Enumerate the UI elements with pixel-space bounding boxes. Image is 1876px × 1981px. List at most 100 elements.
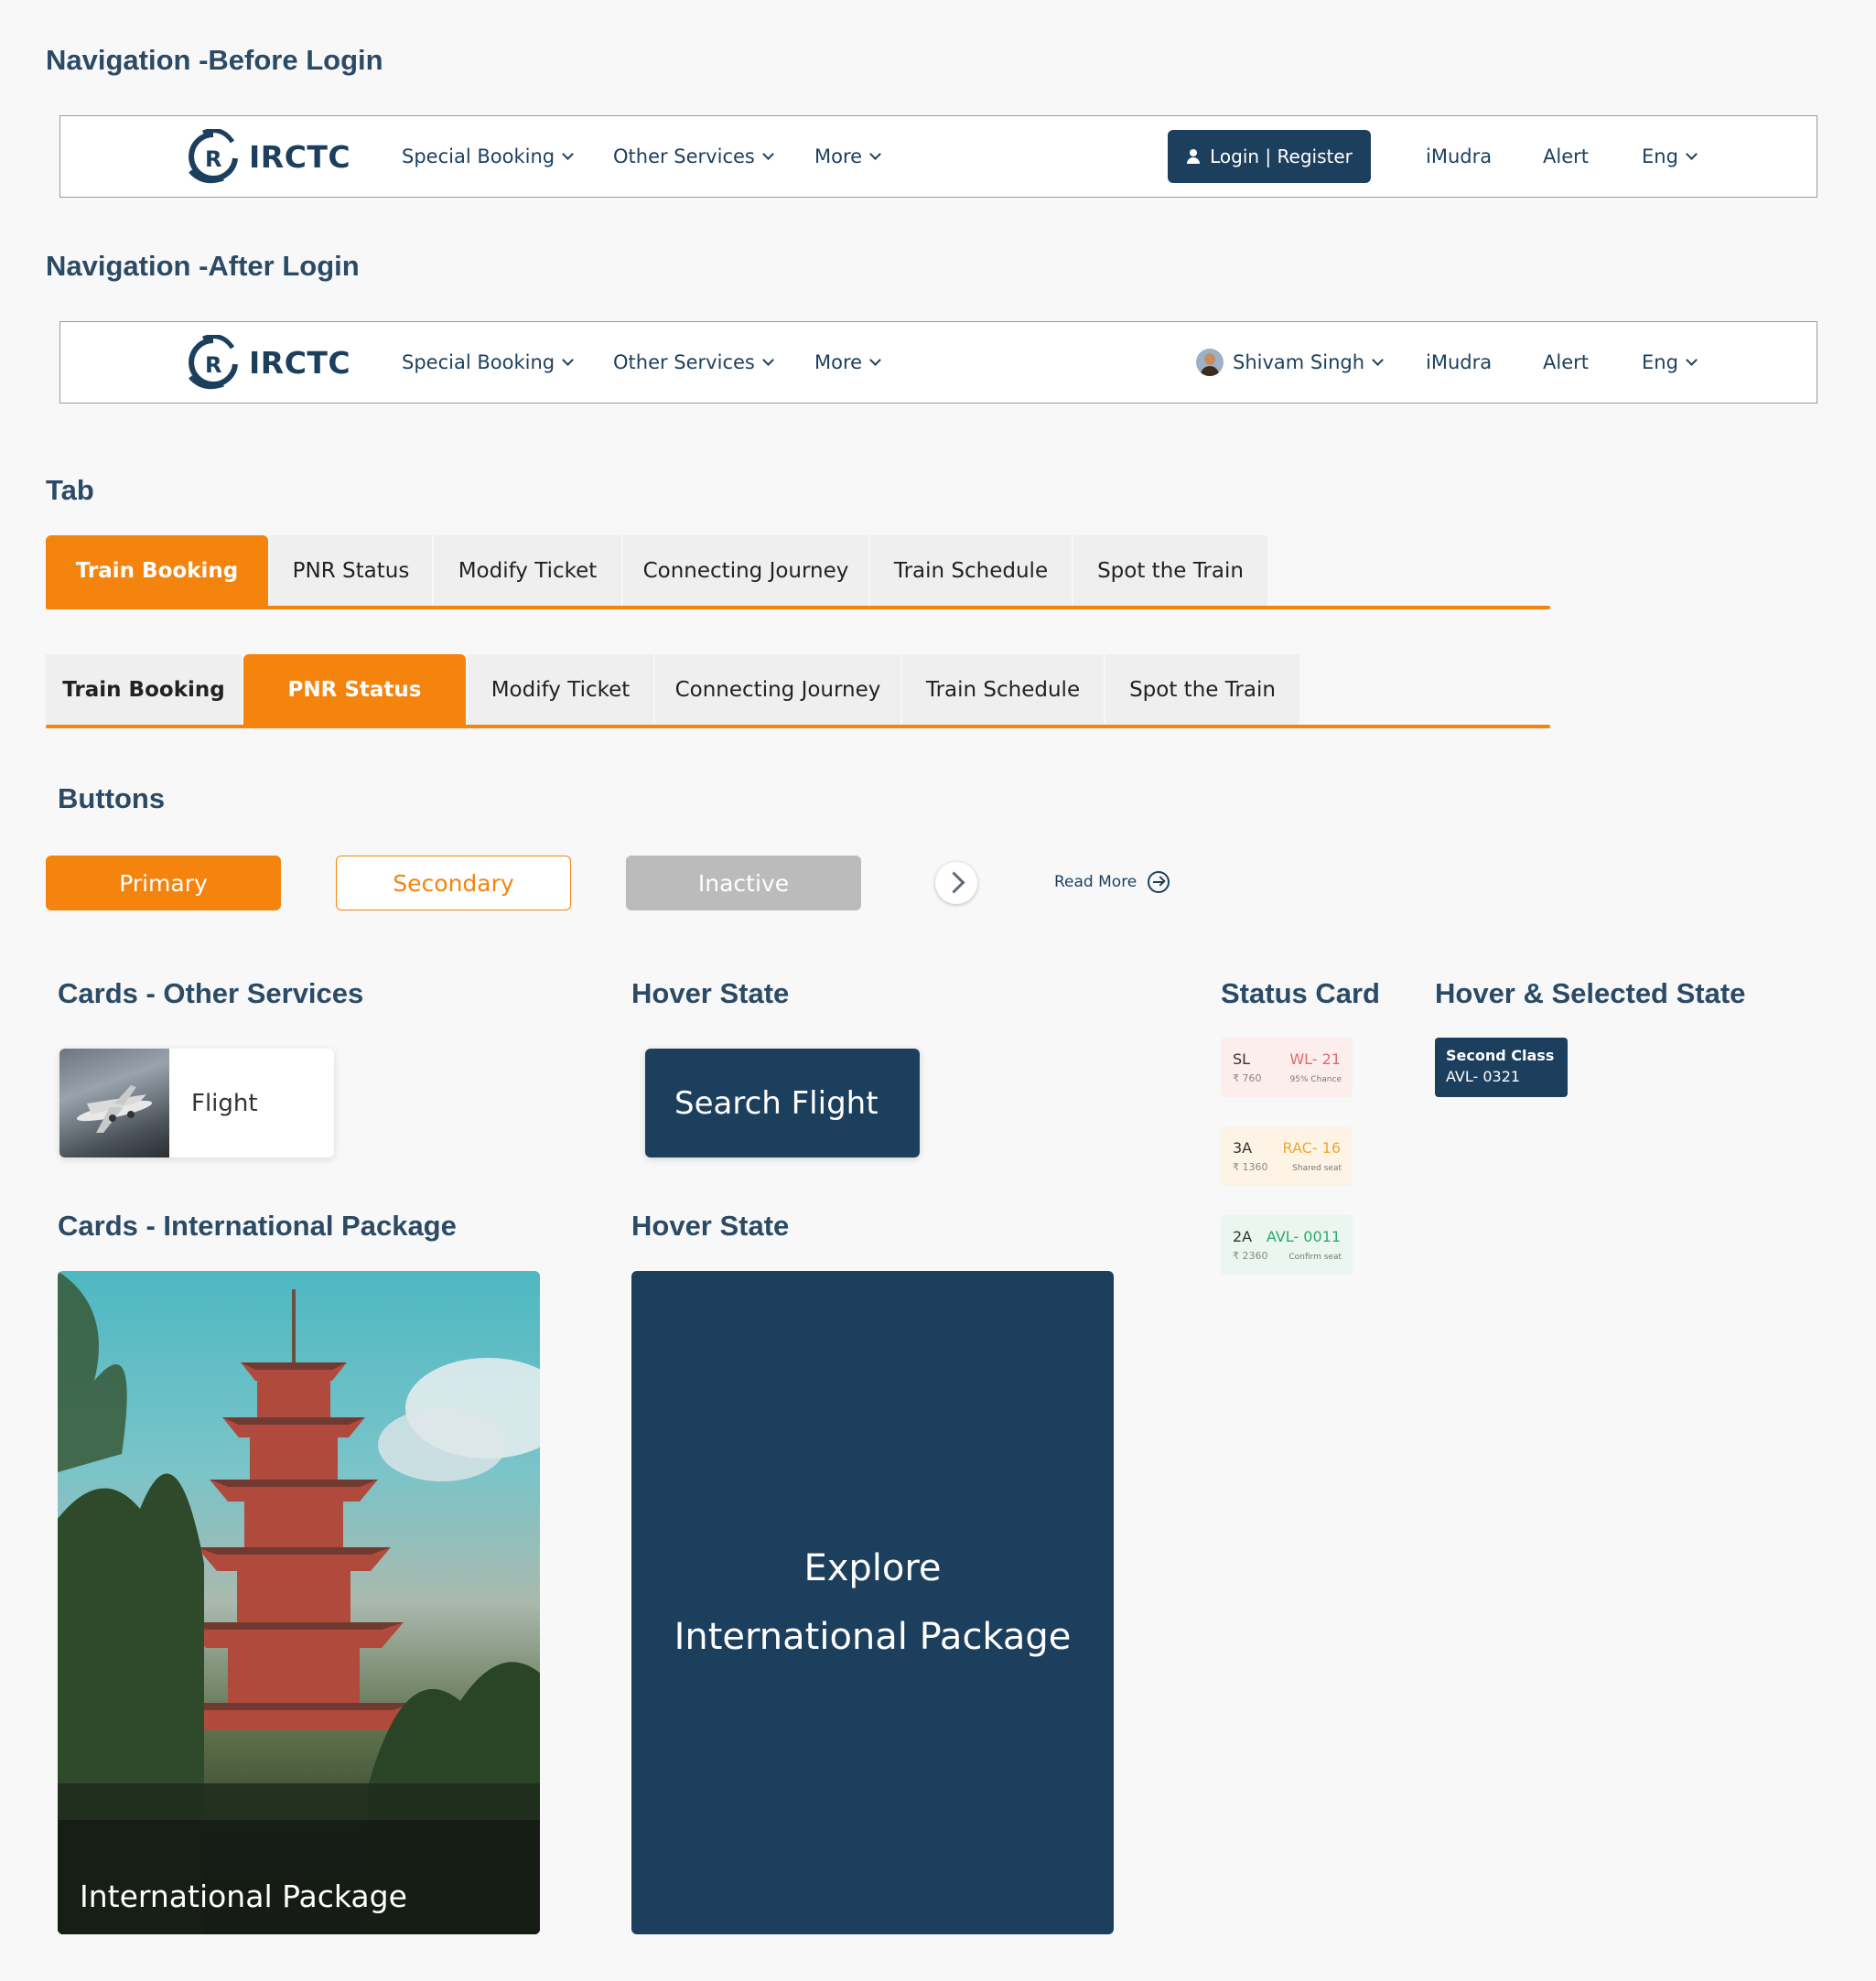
chevron-down-icon	[1686, 147, 1698, 160]
user-menu[interactable]: Shivam Singh	[1196, 322, 1384, 403]
nav-other-services[interactable]: Other Services	[613, 322, 774, 403]
tab-connecting-journey[interactable]: Connecting Journey	[623, 535, 868, 607]
tab-modify-ticket[interactable]: Modify Ticket	[434, 535, 621, 607]
tab-modify-ticket[interactable]: Modify Ticket	[468, 654, 653, 726]
arrow-right-circle-icon	[1148, 871, 1170, 893]
nav-more[interactable]: More	[814, 322, 881, 403]
status-availability: WL- 21	[1289, 1050, 1341, 1068]
irctc-logo[interactable]: R IRCTC	[185, 129, 350, 184]
login-register-button[interactable]: Login | Register	[1168, 130, 1371, 183]
status-card-3a[interactable]: 3A ₹ 1360 RAC- 16 Shared seat	[1221, 1126, 1353, 1186]
cards-other-title: Cards - Other Services	[58, 977, 364, 1009]
nav-language-label: Eng	[1642, 145, 1678, 167]
nav-other-services-label: Other Services	[613, 145, 755, 167]
nav-special-booking-label: Special Booking	[402, 351, 555, 373]
tab-title: Tab	[46, 474, 94, 506]
status-price: ₹ 1360	[1233, 1161, 1268, 1173]
flight-image	[59, 1049, 169, 1157]
buttons-title: Buttons	[58, 782, 166, 814]
service-card-label: Flight	[191, 1089, 258, 1117]
status-price: ₹ 760	[1233, 1072, 1262, 1084]
nav-alert[interactable]: Alert	[1543, 322, 1589, 403]
nav-alert-label: Alert	[1543, 351, 1589, 373]
nav-more[interactable]: More	[814, 116, 881, 197]
irctc-logo-icon: R	[189, 129, 238, 184]
selected-class: Second Class	[1446, 1047, 1555, 1064]
nav-more-label: More	[814, 351, 863, 373]
nav-before-login: R IRCTC Special Booking Other Services M…	[59, 115, 1817, 198]
irctc-logo[interactable]: R IRCTC	[185, 335, 350, 390]
read-more-link[interactable]: Read More	[1054, 871, 1170, 893]
nav-special-booking[interactable]: Special Booking	[402, 322, 574, 403]
chevron-down-icon	[761, 147, 774, 160]
nav-imudra-label: iMudra	[1426, 145, 1493, 167]
tab-pnr-status[interactable]: PNR Status	[270, 535, 432, 607]
status-availability: RAC- 16	[1282, 1139, 1341, 1157]
secondary-button[interactable]: Secondary	[336, 856, 571, 910]
tab-train-schedule[interactable]: Train Schedule	[902, 654, 1104, 726]
tab-pnr-status[interactable]: PNR Status	[243, 654, 466, 726]
nav-imudra-label: iMudra	[1426, 351, 1493, 373]
status-availability: AVL- 0011	[1266, 1228, 1341, 1245]
tab-spot-the-train[interactable]: Spot the Train	[1105, 654, 1299, 726]
tab-underline	[46, 725, 1550, 728]
primary-button[interactable]: Primary	[46, 856, 281, 910]
nav-imudra[interactable]: iMudra	[1426, 322, 1492, 403]
tab-connecting-journey[interactable]: Connecting Journey	[655, 654, 900, 726]
tab-train-schedule[interactable]: Train Schedule	[870, 535, 1072, 607]
nav-special-booking-label: Special Booking	[402, 145, 555, 167]
status-class: 2A	[1233, 1228, 1253, 1245]
nav-alert-label: Alert	[1543, 145, 1589, 167]
cards-intl-title: Cards - International Package	[58, 1210, 457, 1242]
chevron-down-icon	[1372, 353, 1384, 366]
package-card-international[interactable]: International Package	[58, 1271, 540, 1934]
status-card-2a[interactable]: 2A ₹ 2360 AVL- 0011 Confirm seat	[1221, 1215, 1353, 1275]
pagoda-image	[58, 1271, 540, 1934]
nav-language[interactable]: Eng	[1642, 322, 1698, 403]
user-icon	[1186, 149, 1201, 164]
status-card-selected[interactable]: Second Class AVL- 0321	[1435, 1038, 1568, 1097]
avatar	[1196, 349, 1224, 376]
nav-after-login: R IRCTC Special Booking Other Services M…	[59, 321, 1817, 404]
package-card-label: International Package	[80, 1879, 407, 1914]
package-card-hover[interactable]: Explore International Package	[631, 1271, 1114, 1934]
nav-special-booking[interactable]: Special Booking	[402, 116, 574, 197]
status-price: ₹ 2360	[1233, 1250, 1268, 1262]
chevron-down-icon	[869, 147, 881, 160]
logo-text: IRCTC	[249, 138, 351, 175]
status-note: 95% Chance	[1289, 1075, 1342, 1084]
status-card-title: Status Card	[1221, 977, 1380, 1009]
nav-imudra[interactable]: iMudra	[1426, 116, 1492, 197]
chevron-down-icon	[562, 353, 574, 366]
chevron-down-icon	[562, 147, 574, 160]
status-note: Confirm seat	[1288, 1253, 1342, 1262]
chevron-down-icon	[1686, 353, 1698, 366]
status-card-sl[interactable]: SL ₹ 760 WL- 21 95% Chance	[1221, 1038, 1353, 1097]
logo-text: IRCTC	[249, 344, 351, 381]
status-note: Shared seat	[1292, 1164, 1342, 1173]
nav-language[interactable]: Eng	[1642, 116, 1698, 197]
tab-train-booking[interactable]: Train Booking	[46, 654, 242, 726]
nav-other-services-label: Other Services	[613, 351, 755, 373]
nav-language-label: Eng	[1642, 351, 1678, 373]
tab-underline	[46, 606, 1550, 609]
chevron-down-icon	[761, 353, 774, 366]
irctc-logo-icon: R	[189, 335, 238, 390]
tab-train-booking[interactable]: Train Booking	[46, 535, 268, 607]
selected-availability: AVL- 0321	[1446, 1068, 1521, 1085]
chevron-down-icon	[869, 353, 881, 366]
tab-spot-the-train[interactable]: Spot the Train	[1073, 535, 1267, 607]
chevron-right-icon[interactable]	[935, 862, 977, 904]
service-card-hover[interactable]: Search Flight	[645, 1049, 920, 1157]
inactive-button: Inactive	[626, 856, 861, 910]
read-more-label: Read More	[1054, 873, 1137, 891]
status-class: SL	[1233, 1050, 1251, 1068]
service-card-flight[interactable]: Flight	[59, 1049, 334, 1157]
nav-other-services[interactable]: Other Services	[613, 116, 774, 197]
nav-before-title: Navigation -Before Login	[46, 44, 383, 76]
nav-more-label: More	[814, 145, 863, 167]
svg-text:R: R	[205, 146, 221, 172]
nav-alert[interactable]: Alert	[1543, 116, 1589, 197]
hover-selected-title: Hover & Selected State	[1435, 977, 1746, 1009]
package-hover-line1: Explore	[803, 1546, 942, 1589]
